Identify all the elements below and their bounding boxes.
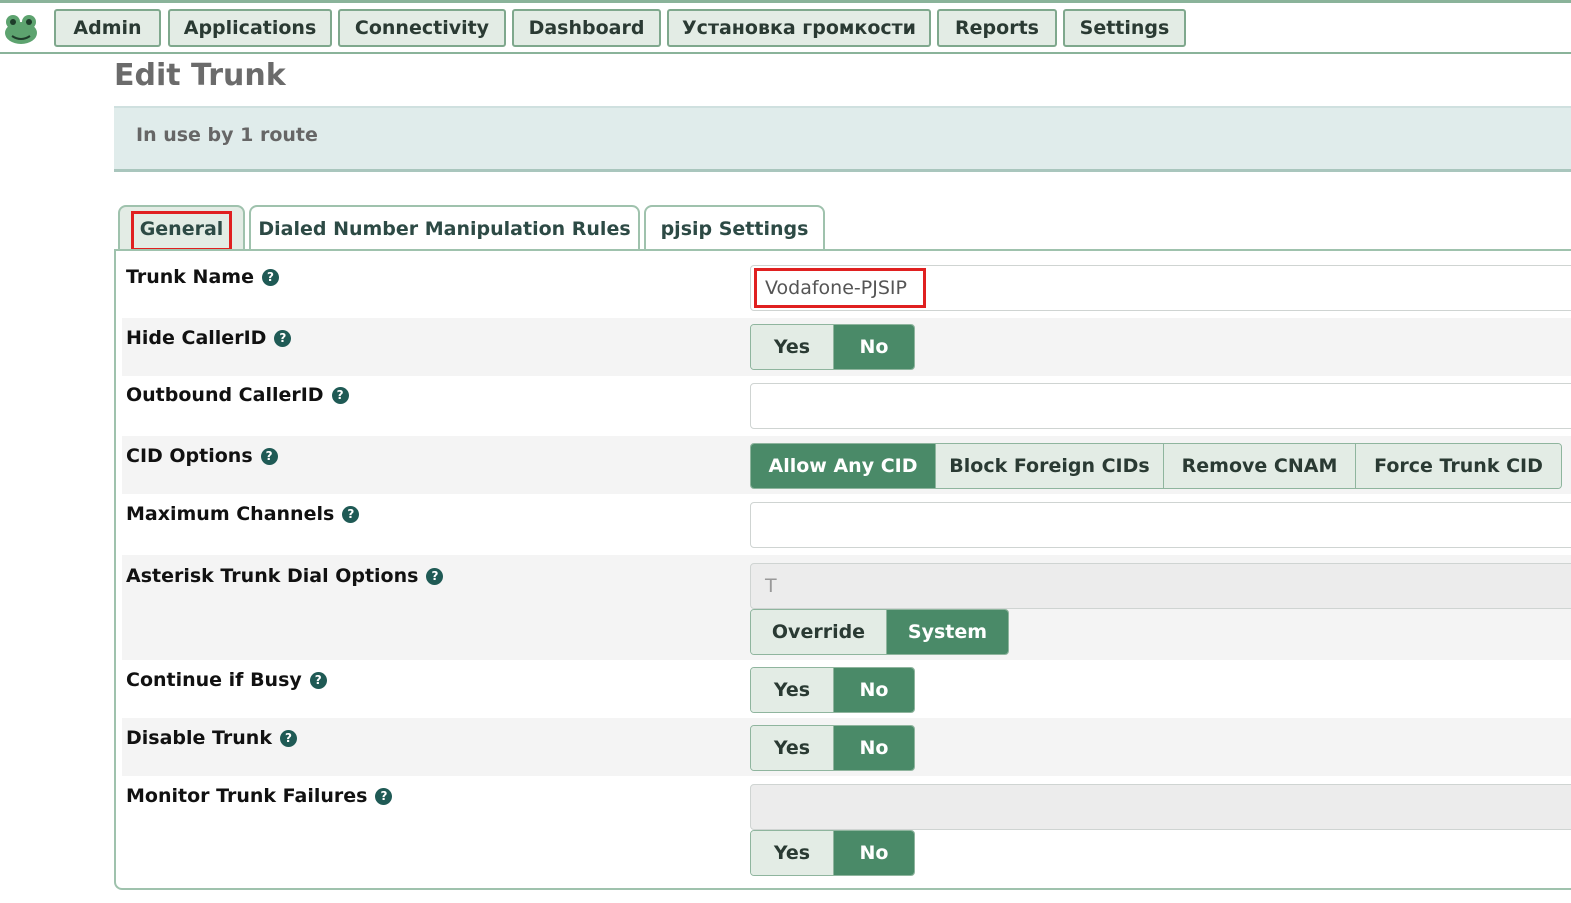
disable-trunk-yes-button[interactable]: Yes: [751, 726, 834, 770]
usage-text: In use by 1 route: [136, 124, 318, 146]
monitor-failures-label: Monitor Trunk Failures ?: [126, 785, 393, 807]
hide-callerid-no-button[interactable]: No: [834, 325, 914, 369]
top-nav-bar: Admin Applications Connectivity Dashboar…: [0, 0, 1571, 54]
trunk-name-label-text: Trunk Name: [126, 266, 254, 288]
cid-allow-any-button[interactable]: Allow Any CID: [751, 444, 936, 488]
cid-options-label-text: CID Options: [126, 445, 253, 467]
help-icon[interactable]: ?: [426, 567, 444, 585]
help-icon[interactable]: ?: [260, 447, 278, 465]
continue-busy-label: Continue if Busy ?: [126, 669, 327, 691]
nav-settings[interactable]: Settings: [1063, 9, 1186, 47]
cid-remove-cnam-button[interactable]: Remove CNAM: [1164, 444, 1356, 488]
disable-trunk-toggle: Yes No: [750, 725, 915, 771]
nav-reports[interactable]: Reports: [937, 9, 1057, 47]
outbound-callerid-label: Outbound CallerID ?: [126, 384, 349, 406]
continue-busy-yes-button[interactable]: Yes: [751, 668, 834, 712]
frog-logo-icon[interactable]: [2, 11, 40, 47]
tab-general[interactable]: General: [118, 205, 245, 251]
dial-options-system-button[interactable]: System: [887, 610, 1008, 654]
nav-applications[interactable]: Applications: [168, 9, 332, 47]
monitor-failures-label-text: Monitor Trunk Failures: [126, 785, 368, 807]
hide-callerid-yes-button[interactable]: Yes: [751, 325, 834, 369]
help-icon[interactable]: ?: [375, 787, 393, 805]
max-channels-input[interactable]: [750, 502, 1571, 548]
help-icon[interactable]: ?: [279, 729, 297, 747]
max-channels-label-text: Maximum Channels: [126, 503, 335, 525]
page-title: Edit Trunk: [114, 58, 286, 93]
nav-connectivity[interactable]: Connectivity: [338, 9, 506, 47]
dial-options-input[interactable]: T: [750, 563, 1571, 609]
continue-busy-toggle: Yes No: [750, 667, 915, 713]
outbound-callerid-input[interactable]: [750, 383, 1571, 429]
hide-callerid-label-text: Hide CallerID: [126, 327, 267, 349]
dial-options-override-button[interactable]: Override: [751, 610, 887, 654]
continue-busy-no-button[interactable]: No: [834, 668, 914, 712]
continue-busy-label-text: Continue if Busy: [126, 669, 302, 691]
nav-dashboard[interactable]: Dashboard: [512, 9, 661, 47]
monitor-failures-toggle: Yes No: [750, 830, 915, 876]
help-icon[interactable]: ?: [261, 268, 279, 286]
help-icon[interactable]: ?: [309, 671, 327, 689]
help-icon[interactable]: ?: [331, 386, 349, 404]
nav-admin[interactable]: Admin: [54, 9, 161, 47]
hide-callerid-toggle: Yes No: [750, 324, 915, 370]
cid-force-trunk-button[interactable]: Force Trunk CID: [1356, 444, 1561, 488]
usage-info-box: In use by 1 route: [114, 106, 1571, 172]
dial-options-label: Asterisk Trunk Dial Options ?: [126, 565, 444, 587]
trunk-name-label: Trunk Name ?: [126, 266, 279, 288]
dial-options-label-text: Asterisk Trunk Dial Options: [126, 565, 419, 587]
disable-trunk-label-text: Disable Trunk: [126, 727, 272, 749]
tab-pjsip-settings[interactable]: pjsip Settings: [644, 205, 825, 251]
disable-trunk-label: Disable Trunk ?: [126, 727, 297, 749]
cid-block-foreign-button[interactable]: Block Foreign CIDs: [936, 444, 1164, 488]
nav-volume-settings[interactable]: Установка громкости: [667, 9, 931, 47]
trunk-name-input[interactable]: Vodafone-PJSIP: [750, 265, 1571, 311]
monitor-failures-input[interactable]: [750, 784, 1571, 830]
tab-dialed-number-rules[interactable]: Dialed Number Manipulation Rules: [249, 205, 640, 251]
help-icon[interactable]: ?: [274, 329, 292, 347]
dial-options-mode-toggle: Override System: [750, 609, 1009, 655]
cid-options-label: CID Options ?: [126, 445, 278, 467]
hide-callerid-label: Hide CallerID ?: [126, 327, 292, 349]
max-channels-label: Maximum Channels ?: [126, 503, 360, 525]
help-icon[interactable]: ?: [342, 505, 360, 523]
outbound-callerid-label-text: Outbound CallerID: [126, 384, 324, 406]
monitor-failures-no-button[interactable]: No: [834, 831, 914, 875]
cid-options-selector: Allow Any CID Block Foreign CIDs Remove …: [750, 443, 1562, 489]
disable-trunk-no-button[interactable]: No: [834, 726, 914, 770]
monitor-failures-yes-button[interactable]: Yes: [751, 831, 834, 875]
